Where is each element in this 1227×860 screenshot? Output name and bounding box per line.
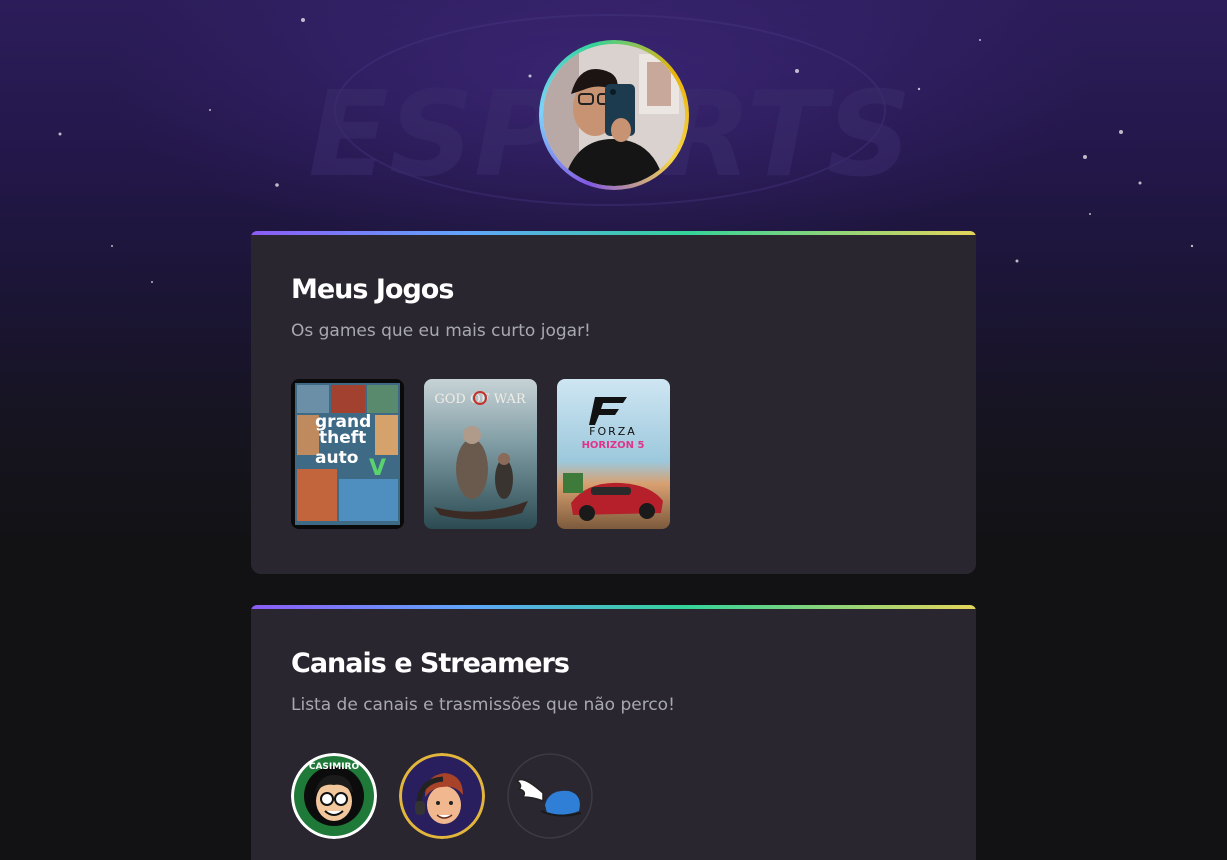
gta-cover-line-2: theft (319, 428, 366, 448)
forza-cover-title: FORZA (589, 425, 637, 438)
game-cover-gta-v[interactable]: grand theft auto V (291, 379, 404, 529)
streamer-avatar-3[interactable] (507, 753, 593, 839)
games-card-title: Meus Jogos (291, 274, 454, 305)
streamers-card: Canais e Streamers Lista de canais e tra… (251, 605, 976, 860)
streamer-avatar-2[interactable] (399, 753, 485, 839)
games-list: grand theft auto V GOD OF WAR FORZA HORI… (291, 379, 936, 529)
game-cover-forza-horizon-5[interactable]: FORZA HORIZON 5 (557, 379, 670, 529)
streamers-list: CASIMIRO (291, 753, 936, 839)
casimiro-ring-text: CASIMIRO (309, 762, 360, 772)
games-card-subtitle: Os games que eu mais curto jogar! (291, 321, 591, 341)
gta-cover-badge: V (369, 456, 386, 481)
gta-cover-line-3: auto (315, 448, 358, 468)
profile-avatar[interactable] (539, 40, 689, 190)
streamers-card-subtitle: Lista de canais e trasmissões que não pe… (291, 695, 675, 715)
profile-photo (543, 44, 685, 186)
streamer-avatar-casimiro[interactable]: CASIMIRO (291, 753, 377, 839)
forza-cover-subtitle: HORIZON 5 (582, 440, 645, 451)
game-cover-god-of-war[interactable]: GOD OF WAR (424, 379, 537, 529)
games-card: Meus Jogos Os games que eu mais curto jo… (251, 231, 976, 574)
streamers-card-title: Canais e Streamers (291, 648, 570, 679)
